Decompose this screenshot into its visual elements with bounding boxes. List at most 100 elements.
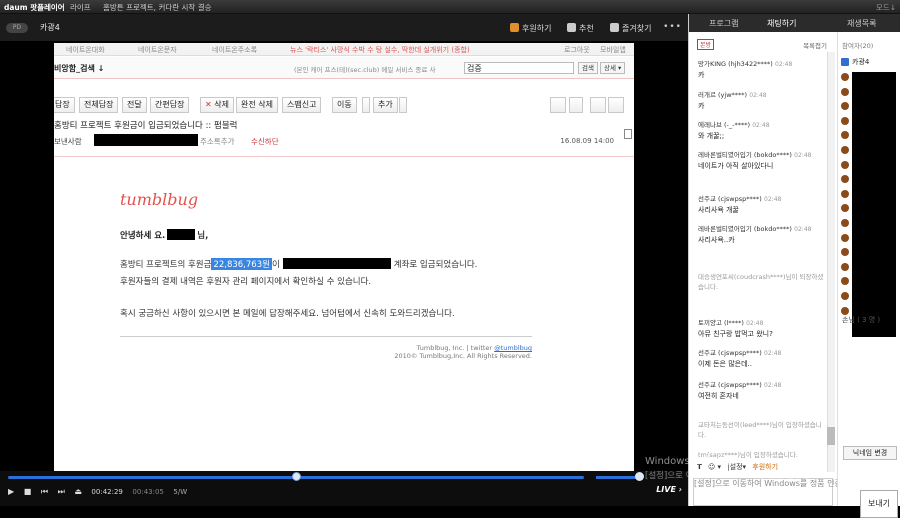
- add-contact-link[interactable]: 주소록추가: [200, 136, 235, 147]
- fold-list-button[interactable]: 목록접기: [803, 40, 827, 50]
- user-avatar-icon[interactable]: [841, 102, 849, 111]
- quality-label[interactable]: 5/W: [173, 488, 187, 496]
- prev-icon[interactable]: ⏮: [41, 487, 48, 496]
- move-button[interactable]: 이동: [332, 97, 357, 113]
- chat-username[interactable]: 러개르 (yjw****): [698, 91, 747, 99]
- stop-icon[interactable]: ■: [24, 487, 32, 496]
- greeting-text: 안녕하세 요.: [120, 231, 166, 241]
- chat-username[interactable]: 레바론벌티였어입기 (bokdo****): [698, 225, 792, 233]
- chat-scroll-thumb[interactable]: [827, 427, 835, 445]
- video-stage[interactable]: 네이트온대화 네이트온문자 네이트온주소록 뉴스 '락티스' 사망식 수박 수 …: [0, 43, 688, 471]
- user-avatar-icon[interactable]: [841, 87, 849, 96]
- user-avatar-icon[interactable]: [841, 146, 849, 154]
- user-avatar-icon[interactable]: [841, 175, 849, 184]
- nateon-contacts-link[interactable]: 네이트온주소록: [212, 45, 257, 55]
- user-avatar-icon[interactable]: [841, 160, 849, 169]
- logout-link[interactable]: 로그아웃: [564, 45, 590, 55]
- user-avatar-icon[interactable]: [841, 292, 849, 300]
- service-notice: (본인 캐어 프스(테)(sec.club) 메일 서비스 종료 사: [294, 66, 436, 74]
- chat-scrollbar[interactable]: [827, 52, 835, 472]
- donate-button[interactable]: 후원하기: [510, 22, 551, 36]
- chat-username[interactable]: 토끼양고 (l****): [698, 319, 744, 327]
- user-avatar-icon[interactable]: [841, 116, 849, 125]
- favorite-button[interactable]: 즐겨찾기: [610, 22, 651, 36]
- reply-button[interactable]: 답장: [54, 97, 75, 113]
- chat-input[interactable]: [설정]으로 이동하여 Windows를 정품 인증합니다.: [693, 478, 866, 506]
- nateon-chat-link[interactable]: 네이트온대화: [66, 45, 105, 55]
- chat-username[interactable]: 선주교 (cjswpsp****): [698, 349, 762, 357]
- chat-username[interactable]: 선주교 (cjswpsp****): [698, 381, 762, 389]
- header-divider: [54, 156, 634, 157]
- chat-time: 02:48: [749, 92, 767, 99]
- chat-username[interactable]: 망가KING (hjh3422****): [698, 60, 773, 68]
- delete-label: 삭제: [214, 100, 229, 109]
- prev-mail-icon[interactable]: [590, 97, 606, 113]
- footer-copyright: 2010© Tumblbug,Inc. All Rights Reserved.: [394, 352, 532, 360]
- permanent-delete-button[interactable]: 완전 삭제: [236, 97, 278, 113]
- user-avatar-icon[interactable]: [841, 73, 849, 81]
- block-sender-link[interactable]: 수신하단: [251, 136, 279, 147]
- forward-button[interactable]: 전달: [122, 97, 147, 113]
- app-logo[interactable]: daum 팟플레이어: [4, 2, 65, 13]
- move-dropdown-icon[interactable]: [362, 97, 370, 113]
- volume-handle[interactable]: [635, 472, 644, 481]
- next-mail-icon[interactable]: [608, 97, 624, 113]
- reply-all-button[interactable]: 전체답장: [79, 97, 119, 113]
- news-ticker[interactable]: 뉴스 '락티스' 사망식 수박 수 탕 실수, 딱한데 실개위기 (종합): [290, 45, 470, 55]
- user-avatar-icon[interactable]: [841, 131, 849, 140]
- delete-button[interactable]: ✕ 삭제: [200, 97, 234, 113]
- tab-playlist[interactable]: 재생목록: [847, 18, 876, 29]
- pd-user-icon: [841, 58, 849, 66]
- user-avatar-icon[interactable]: [841, 204, 849, 213]
- user-avatar-icon[interactable]: [841, 219, 849, 227]
- footer-divider: [120, 336, 532, 337]
- add-button[interactable]: 추가: [373, 97, 398, 113]
- user-avatar-icon[interactable]: [841, 277, 849, 286]
- tab-chat[interactable]: 채팅하기: [767, 18, 796, 29]
- more-icon[interactable]: •••: [663, 22, 682, 32]
- user-avatar-icon[interactable]: [841, 306, 849, 315]
- mobile-app-link[interactable]: 모바일앱: [600, 45, 626, 55]
- window-mode-control[interactable]: 모드↓: [876, 2, 896, 13]
- user-avatar-icon[interactable]: [841, 189, 849, 198]
- twitter-link[interactable]: @tumblbug: [494, 344, 532, 352]
- next-icon[interactable]: ⏭: [58, 487, 65, 496]
- coin-icon: [510, 23, 519, 32]
- user-avatar-icon[interactable]: [841, 248, 849, 257]
- menu-life[interactable]: 라이프: [70, 2, 91, 13]
- chat-message: 레바론벌티였어입기 (bokdo****) 02:48 사리사욕..카: [698, 224, 826, 245]
- spam-report-button[interactable]: 스팸신고: [282, 97, 322, 113]
- chat-badge: 본방: [697, 39, 715, 50]
- chat-username[interactable]: 에레나브 (-_-****): [698, 121, 750, 129]
- tab-program[interactable]: 프로그램: [709, 18, 738, 29]
- change-nickname-button[interactable]: 닉네임 변경: [843, 446, 897, 460]
- play-icon[interactable]: ▶: [8, 487, 14, 496]
- delete-x-icon: ✕: [205, 100, 215, 109]
- chat-text: 네이트가 아직 살아있다니: [698, 162, 774, 170]
- recommend-button[interactable]: 추천: [567, 22, 594, 36]
- chat-username[interactable]: 선주교 (cjswpsp****): [698, 195, 762, 203]
- mail-scrollbar[interactable]: [624, 129, 632, 139]
- nateon-sms-link[interactable]: 네이트온문자: [138, 45, 177, 55]
- detail-search-button[interactable]: 상세 ▾: [600, 62, 626, 74]
- chat-username[interactable]: 레바론벌티였어입기 (bokdo****): [698, 151, 792, 159]
- print-icon[interactable]: [550, 97, 566, 113]
- system-notice-text: 대승생연포씨(coudcrash****)님이 퇴장하셨습니다.: [698, 273, 824, 291]
- channel-title: 카광4: [40, 23, 60, 32]
- redacted-account: [282, 258, 391, 269]
- user-name-host[interactable]: 카광4: [852, 57, 869, 67]
- menu-project-title[interactable]: 홈방튼 프로젝트, 커다란 시작 결승: [103, 2, 212, 13]
- mail-search-input[interactable]: 검증: [464, 62, 574, 74]
- add-dropdown-icon[interactable]: [399, 97, 407, 113]
- contact-info-line: 혹시 궁금하신 사항이 있으시면 본 메일에 답장해주세요. 넘어텀에서 신속히…: [120, 309, 455, 319]
- eject-icon[interactable]: ⏏: [74, 487, 82, 496]
- mailbox-title[interactable]: 비앙함_검색 ↓: [54, 63, 104, 74]
- user-avatar-icon[interactable]: [841, 233, 849, 242]
- live-badge[interactable]: LIVE ›: [656, 485, 682, 494]
- seek-handle[interactable]: [292, 472, 301, 481]
- send-button[interactable]: 보내기: [860, 490, 898, 518]
- search-button[interactable]: 검색: [578, 62, 598, 74]
- user-avatar-icon[interactable]: [841, 262, 849, 271]
- quick-reply-button[interactable]: 간편답장: [150, 97, 190, 113]
- webmail-screen: 네이트온대화 네이트온문자 네이트온주소록 뉴스 '락티스' 사망식 수박 수 …: [54, 43, 634, 471]
